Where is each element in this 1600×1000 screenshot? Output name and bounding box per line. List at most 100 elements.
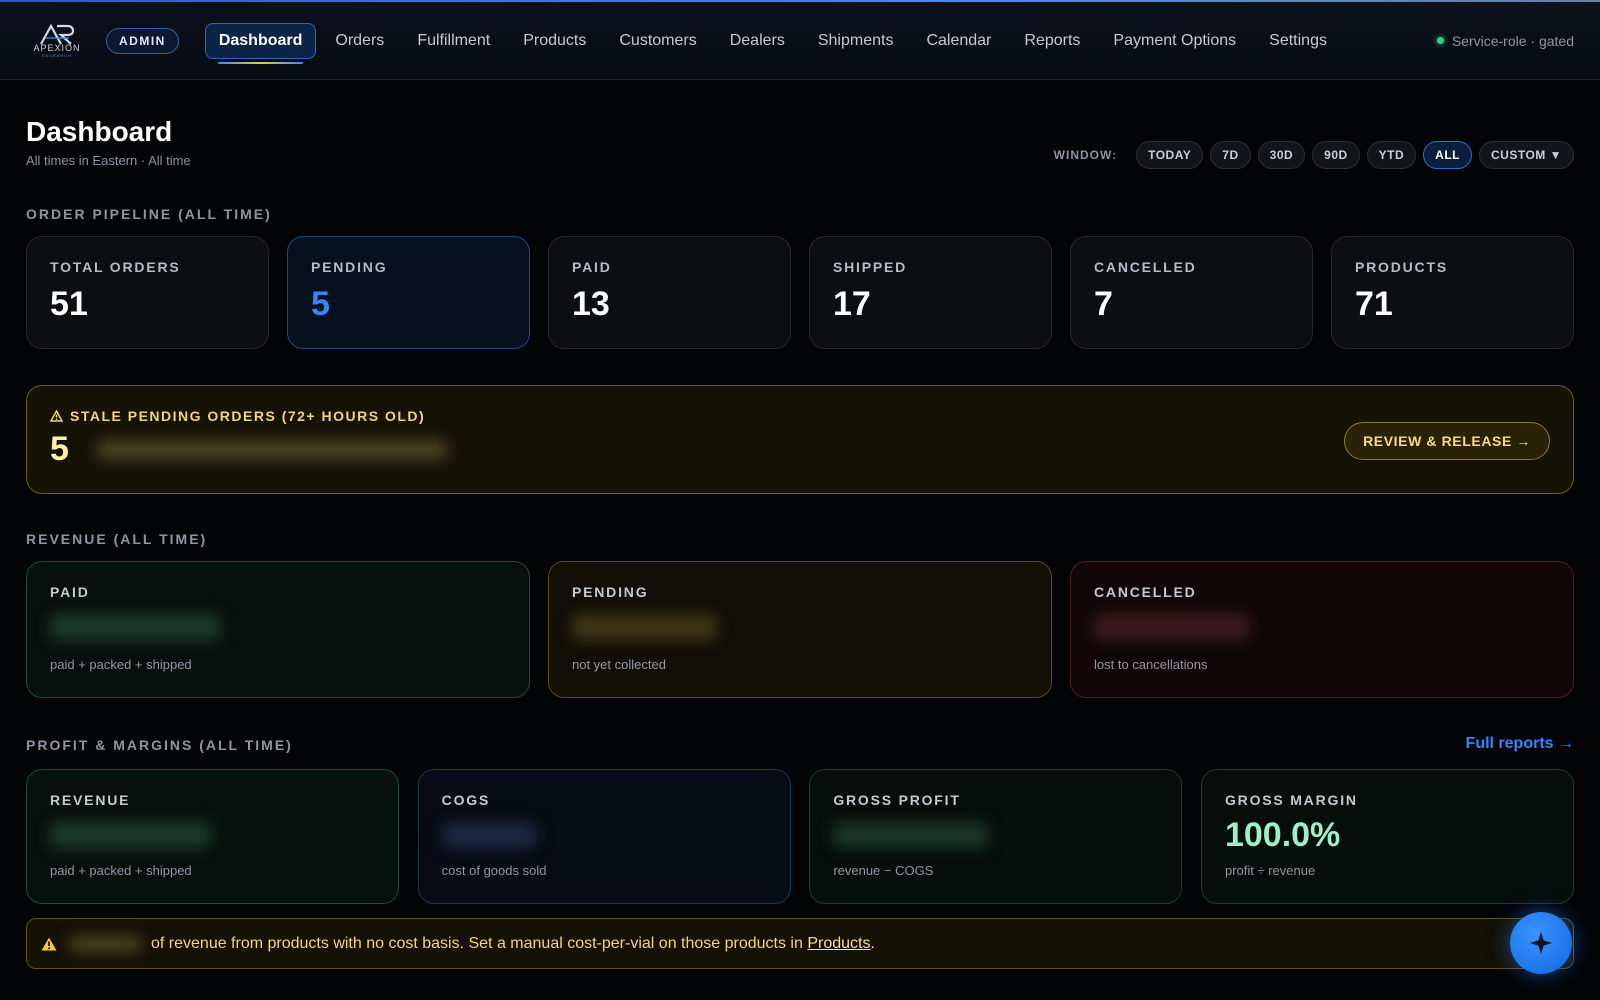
window-ytd[interactable]: YTD xyxy=(1366,141,1417,169)
card-label: REVENUE xyxy=(50,792,131,808)
redacted-percent xyxy=(69,935,141,952)
stat-value: 51 xyxy=(50,285,88,323)
pm-gross-profit-card[interactable]: GROSS PROFIT revenue − COGS xyxy=(809,769,1183,904)
window-90d[interactable]: 90D xyxy=(1312,141,1360,169)
pending-orders-card[interactable]: PENDING 5 xyxy=(287,236,530,349)
service-status: Service-role · gated xyxy=(1436,32,1574,49)
logo-subtext: RESEARCH xyxy=(41,53,73,58)
window-7d[interactable]: 7D xyxy=(1210,141,1251,169)
card-note: paid + packed + shipped xyxy=(50,863,192,878)
window-all[interactable]: ALL xyxy=(1423,141,1472,169)
time-window-selector: WINDOW: TODAY 7D 30D 90D YTD ALL CUSTOM … xyxy=(1054,141,1574,169)
service-status-text: Service-role · gated xyxy=(1451,32,1574,49)
warning-end: . xyxy=(870,934,875,952)
redacted-detail xyxy=(96,439,447,460)
nav-fulfillment[interactable]: Fulfillment xyxy=(403,23,504,59)
redacted-amount xyxy=(50,822,210,848)
card-label: CANCELLED xyxy=(1094,584,1197,600)
card-label: PENDING xyxy=(572,584,649,600)
stat-value: 17 xyxy=(833,285,871,323)
cost-basis-warning: of revenue from products with no cost ba… xyxy=(26,918,1574,969)
stat-value: 7 xyxy=(1094,285,1113,323)
stale-pending-alert: STALE PENDING ORDERS (72+ HOURS OLD) 5 R… xyxy=(26,385,1574,494)
warning-triangle-icon xyxy=(50,410,63,422)
card-label: PAID xyxy=(50,584,90,600)
stat-label: PRODUCTS xyxy=(1355,259,1448,275)
nav-reports[interactable]: Reports xyxy=(1010,23,1094,59)
assistant-fab-button[interactable] xyxy=(1510,912,1572,974)
profit-margin-cards: REVENUE paid + packed + shipped COGS cos… xyxy=(26,769,1574,904)
nav-customers[interactable]: Customers xyxy=(605,23,710,59)
products-card[interactable]: PRODUCTS 71 xyxy=(1331,236,1574,349)
card-note: paid + packed + shipped xyxy=(50,657,192,672)
stat-label: PENDING xyxy=(311,259,388,275)
brand-logo[interactable]: APEXION RESEARCH xyxy=(26,21,88,61)
window-30d[interactable]: 30D xyxy=(1257,141,1306,169)
card-label: GROSS MARGIN xyxy=(1224,792,1358,808)
card-note: profit ÷ revenue xyxy=(1224,863,1316,878)
top-nav-bar: APEXION RESEARCH ADMIN Dashboard Orders … xyxy=(0,2,1600,80)
stat-label: PAID xyxy=(572,259,612,275)
redacted-amount xyxy=(833,822,989,848)
nav-payment-options[interactable]: Payment Options xyxy=(1099,23,1250,59)
redacted-amount xyxy=(1094,614,1249,640)
warning-text: of revenue from products with no cost ba… xyxy=(151,934,803,952)
nav-calendar[interactable]: Calendar xyxy=(912,23,1005,59)
card-label: COGS xyxy=(441,792,491,808)
stale-title-text: STALE PENDING ORDERS (72+ HOURS OLD) xyxy=(70,408,426,424)
admin-badge: ADMIN xyxy=(106,27,179,54)
stat-label: TOTAL ORDERS xyxy=(50,259,181,275)
nav-dashboard[interactable]: Dashboard xyxy=(204,22,317,64)
full-reports-link[interactable]: Full reports → xyxy=(1466,735,1574,753)
pm-revenue-card[interactable]: REVENUE paid + packed + shipped xyxy=(26,769,399,904)
revenue-section-label: REVENUE (ALL TIME) xyxy=(26,531,208,547)
profit-section-label: PROFIT & MARGINS (ALL TIME) xyxy=(26,737,293,753)
paid-orders-card[interactable]: PAID 13 xyxy=(548,236,791,349)
stale-count: 5 xyxy=(50,430,69,468)
page-title: Dashboard xyxy=(26,116,173,147)
nav-orders[interactable]: Orders xyxy=(321,23,398,59)
pipeline-section-label: ORDER PIPELINE (ALL TIME) xyxy=(26,206,272,222)
stat-value: 13 xyxy=(572,285,610,323)
nav-settings[interactable]: Settings xyxy=(1255,23,1341,59)
card-label: GROSS PROFIT xyxy=(833,792,961,808)
card-note: lost to cancellations xyxy=(1094,657,1208,672)
window-label: WINDOW: xyxy=(1053,148,1118,162)
nav-shipments[interactable]: Shipments xyxy=(804,23,908,59)
pm-cogs-card[interactable]: COGS cost of goods sold xyxy=(417,769,791,904)
revenue-paid-card[interactable]: PAID paid + packed + shipped xyxy=(26,561,530,698)
cancelled-orders-card[interactable]: CANCELLED 7 xyxy=(1070,236,1313,349)
stat-value: 5 xyxy=(311,285,330,323)
order-pipeline-cards: TOTAL ORDERS 51 PENDING 5 PAID 13 SHIPPE… xyxy=(26,236,1574,349)
card-note: revenue − COGS xyxy=(833,863,934,878)
gross-margin-value: 100.0% xyxy=(1224,816,1341,854)
nav-dealers[interactable]: Dealers xyxy=(716,23,799,59)
stat-label: SHIPPED xyxy=(833,259,908,275)
pm-gross-margin-card[interactable]: GROSS MARGIN 100.0% profit ÷ revenue xyxy=(1200,769,1574,904)
nav-products[interactable]: Products xyxy=(509,23,600,59)
redacted-amount xyxy=(50,614,220,640)
window-today[interactable]: TODAY xyxy=(1136,141,1204,169)
stat-label: CANCELLED xyxy=(1094,259,1197,275)
status-dot-icon xyxy=(1436,37,1444,44)
revenue-cards: PAID paid + packed + shipped PENDING not… xyxy=(26,561,1574,698)
stale-title: STALE PENDING ORDERS (72+ HOURS OLD) xyxy=(50,408,1550,424)
redacted-amount xyxy=(441,822,537,848)
products-link[interactable]: Products xyxy=(807,935,870,953)
logo-mark-icon xyxy=(40,23,75,45)
revenue-pending-card[interactable]: PENDING not yet collected xyxy=(548,561,1052,698)
window-custom-dropdown[interactable]: CUSTOM ▼ xyxy=(1479,141,1574,169)
card-note: not yet collected xyxy=(572,657,666,672)
logo-text: APEXION xyxy=(33,43,81,53)
shipped-orders-card[interactable]: SHIPPED 17 xyxy=(809,236,1052,349)
total-orders-card[interactable]: TOTAL ORDERS 51 xyxy=(26,236,269,349)
card-note: cost of goods sold xyxy=(441,863,547,878)
review-release-button[interactable]: REVIEW & RELEASE → xyxy=(1344,422,1550,460)
sparkle-icon xyxy=(1530,932,1552,954)
page-subtitle: All times in Eastern · All time xyxy=(26,153,191,168)
warning-triangle-icon xyxy=(41,937,57,950)
revenue-cancelled-card[interactable]: CANCELLED lost to cancellations xyxy=(1070,561,1574,698)
main-nav: Dashboard Orders Fulfillment Products Cu… xyxy=(204,22,1346,64)
stat-value: 71 xyxy=(1355,285,1393,323)
redacted-amount xyxy=(572,614,717,640)
